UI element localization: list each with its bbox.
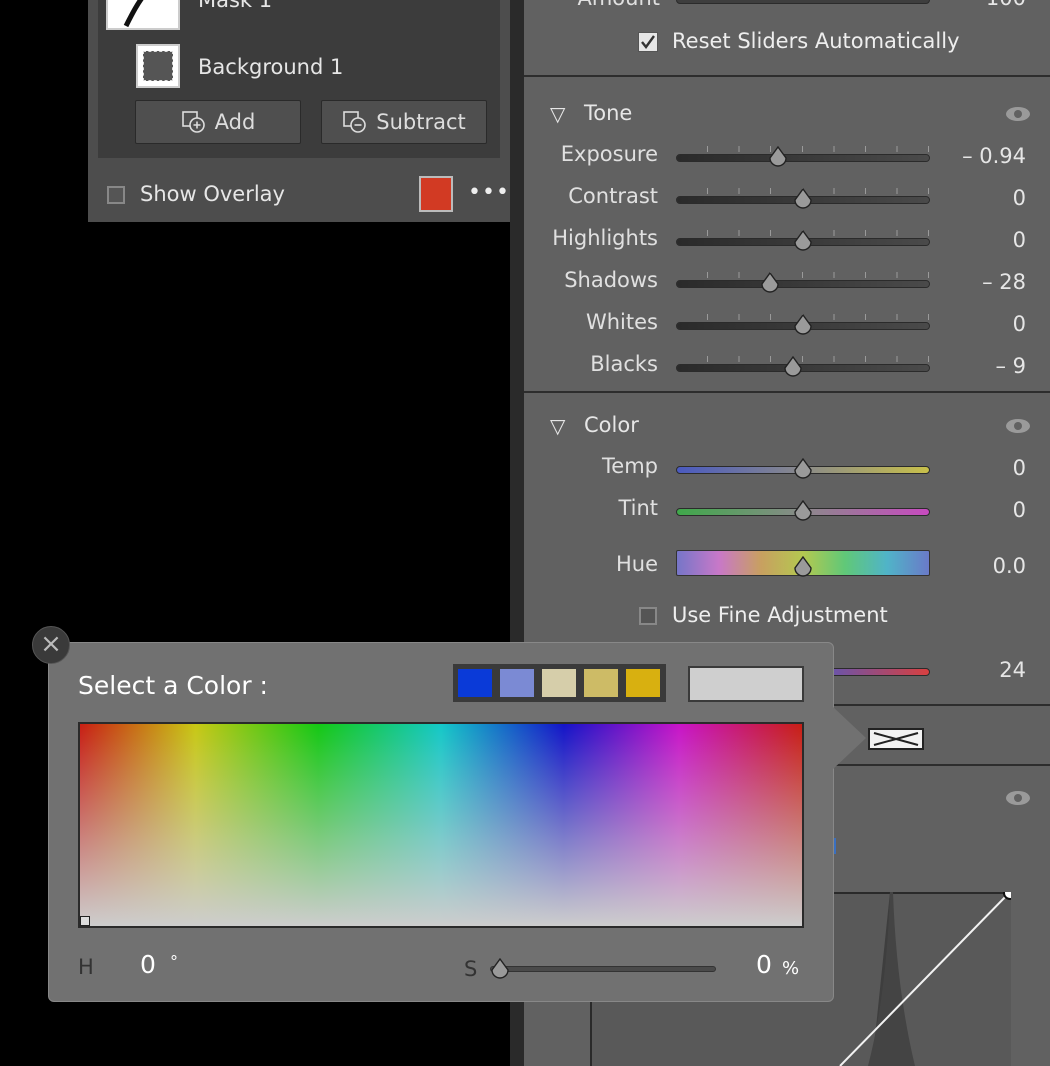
amount-value[interactable]: 100 [926, 0, 1026, 10]
tone-slider-label: Contrast [568, 184, 658, 208]
color-swatch[interactable] [498, 667, 536, 699]
temp-label: Temp [602, 454, 658, 478]
temp-value[interactable]: 0 [926, 456, 1026, 480]
slider-ticks [677, 146, 929, 152]
hue-value[interactable]: 0.0 [926, 554, 1026, 578]
add-button[interactable]: Add [135, 100, 301, 144]
tone-slider-thumb[interactable] [759, 271, 781, 294]
saturation-s-slider-track[interactable] [490, 966, 716, 972]
color-section-title[interactable]: Color [584, 413, 639, 437]
brush-stroke-icon [123, 0, 144, 28]
tone-slider-value[interactable]: – 9 [926, 354, 1026, 378]
saturation-value[interactable]: 24 [926, 658, 1026, 682]
subtract-button-label: Subtract [376, 110, 466, 134]
hue-h-value[interactable]: 0 [140, 950, 156, 979]
tone-collapse-triangle-icon[interactable]: ▽ [550, 102, 565, 126]
tone-slider-label: Shadows [564, 268, 658, 292]
mask1-thumbnail[interactable] [106, 0, 180, 30]
color-swatch[interactable] [456, 667, 494, 699]
tone-slider-label: Highlights [552, 226, 658, 250]
overlay-color-swatch[interactable] [419, 176, 453, 212]
tint-value[interactable]: 0 [926, 498, 1026, 522]
tone-slider-track[interactable] [676, 146, 930, 162]
reset-sliders-checkbox[interactable] [638, 32, 658, 52]
checkmark-icon [641, 35, 655, 49]
slider-fill [677, 281, 929, 287]
tone-slider-thumb[interactable] [792, 187, 814, 210]
fine-adjustment-label[interactable]: Use Fine Adjustment [672, 603, 888, 627]
section-divider [524, 391, 1050, 393]
tone-slider-thumb[interactable] [792, 313, 814, 336]
color-visibility-eye-icon[interactable] [1006, 419, 1030, 433]
tone-slider-track[interactable] [676, 272, 930, 288]
picker-title: Select a Color : [78, 671, 268, 700]
background-thumbnail[interactable] [136, 44, 180, 88]
tone-slider-value[interactable]: – 0.94 [926, 144, 1026, 168]
spectrum-picker-marker[interactable] [80, 916, 90, 926]
slider-fill [677, 155, 929, 161]
select-subject-icon [143, 51, 173, 81]
color-swatch[interactable] [624, 667, 662, 699]
saturation-s-label: S [464, 957, 478, 981]
color-swatch[interactable] [582, 667, 620, 699]
hue-slider-thumb[interactable] [792, 555, 814, 578]
amount-slider-track[interactable] [676, 0, 930, 4]
tone-slider-value[interactable]: 0 [926, 186, 1026, 210]
hue-degree-unit: ° [170, 952, 178, 971]
tone-slider-value[interactable]: – 28 [926, 270, 1026, 294]
tone-slider-value[interactable]: 0 [926, 312, 1026, 336]
slider-ticks [677, 272, 929, 278]
tint-label: Tint [618, 496, 658, 520]
tone-slider-thumb[interactable] [767, 145, 789, 168]
temp-slider-thumb[interactable] [792, 457, 814, 480]
section-divider [524, 75, 1050, 77]
fine-adjustment-checkbox[interactable] [639, 607, 657, 625]
mask1-label[interactable]: Mask 1 [198, 0, 272, 12]
subtract-mask-icon [343, 111, 367, 133]
close-icon[interactable]: × [32, 626, 70, 664]
show-overlay-label[interactable]: Show Overlay [140, 182, 285, 206]
tone-slider-thumb[interactable] [782, 355, 804, 378]
tone-slider-label: Exposure [560, 142, 658, 166]
tone-slider-label: Blacks [590, 352, 658, 376]
target-mask-toggle[interactable] [868, 728, 924, 750]
add-mask-icon [181, 111, 205, 133]
show-overlay-checkbox[interactable] [107, 186, 125, 204]
color-spectrum-field[interactable] [78, 722, 804, 928]
tint-slider-thumb[interactable] [792, 499, 814, 522]
add-button-label: Add [214, 110, 256, 134]
tone-slider-thumb[interactable] [792, 229, 814, 252]
hue-h-label: H [78, 955, 94, 979]
hue-label: Hue [615, 552, 658, 576]
saturation-s-slider-thumb[interactable] [489, 957, 511, 980]
subtract-button[interactable]: Subtract [321, 100, 487, 144]
background-mask-label[interactable]: Background 1 [198, 55, 343, 79]
amount-label: Amount [520, 0, 660, 10]
saturation-s-value[interactable]: 0 [756, 950, 772, 979]
tone-slider-label: Whites [585, 310, 658, 334]
curve-visibility-eye-icon[interactable] [1006, 791, 1030, 805]
target-mask-icon [873, 732, 919, 746]
current-color-preview [688, 666, 804, 702]
popup-pointer [832, 706, 866, 770]
tone-visibility-eye-icon[interactable] [1006, 107, 1030, 121]
color-collapse-triangle-icon[interactable]: ▽ [550, 414, 565, 438]
tone-slider-value[interactable]: 0 [926, 228, 1026, 252]
color-swatch[interactable] [540, 667, 578, 699]
saturation-percent-unit: % [782, 958, 800, 979]
tone-section-title[interactable]: Tone [584, 101, 632, 125]
more-dots-icon[interactable]: ••• [468, 180, 510, 205]
reset-sliders-label[interactable]: Reset Sliders Automatically [672, 29, 960, 53]
